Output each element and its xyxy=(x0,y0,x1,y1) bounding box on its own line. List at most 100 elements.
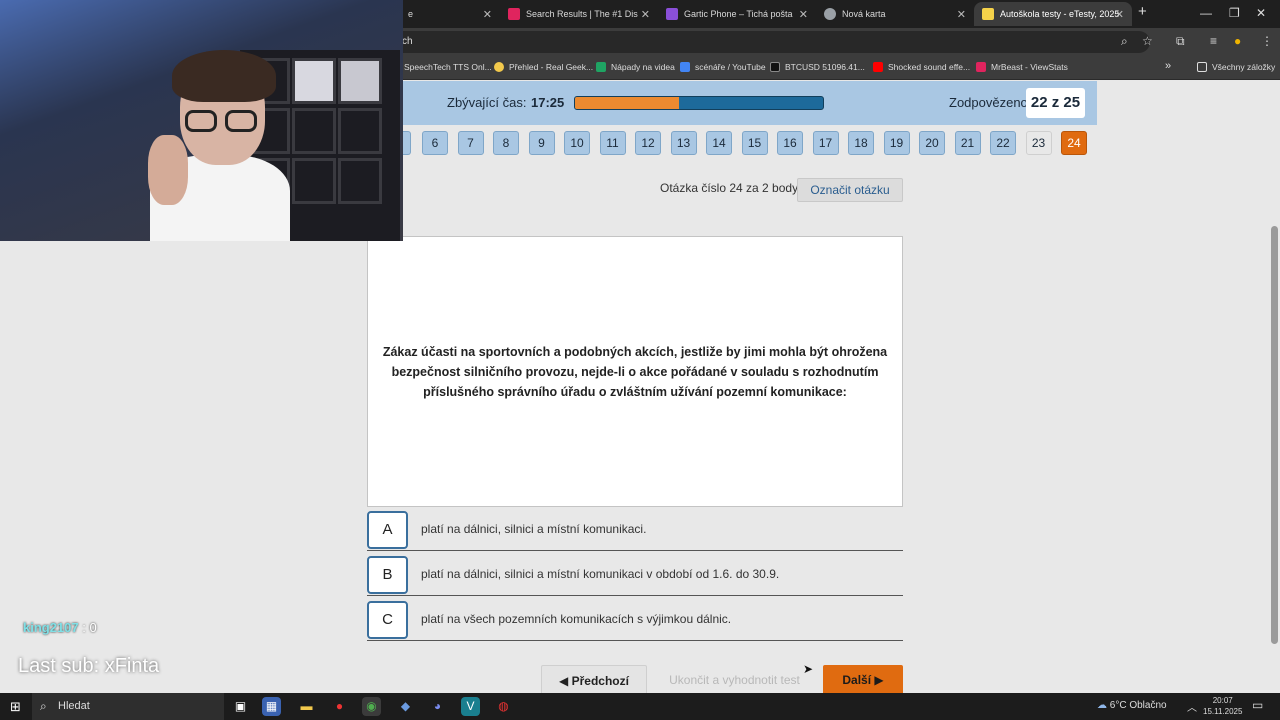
taskbar-search[interactable]: Hledat xyxy=(32,693,224,720)
tab-discord-search[interactable]: Search Results | The #1 Discord ✕ xyxy=(500,2,658,26)
bookmark-prehled[interactable]: Přehled - Real Geek... xyxy=(494,62,593,72)
bookmark-label: Přehled - Real Geek... xyxy=(509,62,594,72)
menu-icon[interactable]: ⋮ xyxy=(1261,34,1273,48)
answer-option-b[interactable]: B platí na dálnici, silnici a místní kom… xyxy=(367,554,903,596)
test-status-bar: Zbývající čas: 17:25 Zodpovězeno: 22 z 2… xyxy=(368,81,1097,125)
tab-partial[interactable]: e ✕ xyxy=(400,2,500,26)
chrome-taskbar-icon[interactable]: ◉ xyxy=(362,697,381,716)
close-icon[interactable]: ✕ xyxy=(799,8,808,21)
windows-start-icon[interactable]: ⊞ xyxy=(10,699,21,715)
question-number-7[interactable]: 7 xyxy=(457,131,484,155)
new-tab-icon[interactable]: + xyxy=(1138,3,1147,20)
question-number-12[interactable]: 12 xyxy=(635,131,661,155)
answer-text: platí na dálnici, silnici a místní komun… xyxy=(421,522,647,536)
tab-gartic-phone[interactable]: Gartic Phone – Tichá pošta ✕ xyxy=(658,2,816,26)
minimize-icon[interactable]: — xyxy=(1200,6,1212,20)
next-button[interactable]: Další ▶ xyxy=(823,665,903,693)
app-blue-icon[interactable]: ◆ xyxy=(396,697,415,716)
answer-text: platí na dálnici, silnici a místní komun… xyxy=(421,567,780,581)
obs-icon[interactable]: ◍ xyxy=(494,697,513,716)
answer-letter[interactable]: C xyxy=(367,601,408,639)
tab-title: Search Results | The #1 Discord xyxy=(526,9,638,19)
close-window-icon[interactable]: ✕ xyxy=(1256,6,1266,20)
bookmark-label: BTCUSD 51096.41... xyxy=(785,62,865,72)
answer-option-a[interactable]: A platí na dálnici, silnici a místní kom… xyxy=(367,509,903,551)
bookmark-speechtech[interactable]: SpeechTech TTS Onl... xyxy=(404,62,492,72)
bookmark-btcusd[interactable]: BTCUSD 51096.41... xyxy=(770,62,865,72)
bookmark-label: SpeechTech TTS Onl... xyxy=(404,62,492,72)
time-progress-fill xyxy=(575,97,680,109)
gartic-phone-icon xyxy=(666,8,678,20)
bookmark-napady[interactable]: Nápady na videa xyxy=(596,62,675,72)
time-label: Zbývající čas: xyxy=(447,95,527,110)
question-text: Zákaz účasti na sportovních a podobných … xyxy=(382,344,888,399)
discord-icon[interactable]: ◕ xyxy=(428,697,447,716)
mark-question-button[interactable]: Označit otázku xyxy=(797,178,903,202)
question-number-11[interactable]: 11 xyxy=(599,131,626,155)
question-number-23[interactable]: 23 xyxy=(1025,131,1052,155)
zoom-icon[interactable]: ⌕ xyxy=(1121,34,1128,49)
app-icon[interactable]: ▦ xyxy=(262,697,281,716)
question-box: Zákaz účasti na sportovních a podobných … xyxy=(367,236,903,507)
bookmark-mrbeast[interactable]: MrBeast - ViewStats xyxy=(976,62,1068,72)
bookmark-shocked[interactable]: Shocked sound effe... xyxy=(873,62,970,72)
restore-icon[interactable]: ❐ xyxy=(1229,6,1240,20)
page-scrollbar[interactable] xyxy=(1268,81,1280,693)
question-number-16[interactable]: 16 xyxy=(777,131,803,155)
task-view-icon[interactable]: ▣ xyxy=(231,697,250,716)
vegas-icon[interactable]: V xyxy=(461,697,480,716)
close-icon[interactable]: ✕ xyxy=(483,8,492,21)
close-icon[interactable]: ✕ xyxy=(1115,8,1124,21)
question-number-6[interactable]: 6 xyxy=(422,131,448,155)
all-bookmarks[interactable]: Všechny záložky xyxy=(1197,62,1275,72)
scrollbar-thumb[interactable] xyxy=(1271,226,1278,644)
notification-icon[interactable]: ▭ xyxy=(1252,698,1263,712)
profile-icon[interactable]: ● xyxy=(1234,34,1241,48)
question-number-14[interactable]: 14 xyxy=(706,131,732,155)
app-red-icon[interactable]: ● xyxy=(330,697,349,716)
more-bookmarks-icon[interactable]: » xyxy=(1165,60,1171,72)
question-number-10[interactable]: 10 xyxy=(564,131,590,155)
tab-new-tab[interactable]: Nová karta ✕ xyxy=(816,2,974,26)
chrome-icon xyxy=(824,8,836,20)
answer-option-c[interactable]: C platí na všech pozemních komunikacích … xyxy=(367,599,903,641)
tray-chevron-icon[interactable]: ︿ xyxy=(1187,699,1197,714)
discord-search-icon xyxy=(508,8,520,20)
chat-alert: king2107 : 0 xyxy=(23,620,97,635)
clock[interactable]: 20:07 15.11.2025 xyxy=(1203,695,1242,717)
weather-widget[interactable]: ☁ 6°C Oblačno xyxy=(1097,700,1167,711)
address-input[interactable]: ch xyxy=(390,31,1150,53)
clock-date: 15.11.2025 xyxy=(1203,707,1243,716)
extensions-icon[interactable]: ⧉ xyxy=(1176,34,1185,49)
answer-letter[interactable]: B xyxy=(367,556,408,594)
address-text: ch xyxy=(402,36,413,47)
question-number-21[interactable]: 21 xyxy=(954,131,981,155)
question-number-8[interactable]: 8 xyxy=(493,131,519,155)
question-info: Otázka číslo 24 za 2 body xyxy=(660,181,799,195)
question-number-18[interactable]: 18 xyxy=(848,131,874,155)
question-number-19[interactable]: 19 xyxy=(883,131,910,155)
finish-test-button[interactable]: Ukončit a vyhodnotit test xyxy=(656,665,813,693)
question-number-20[interactable]: 20 xyxy=(919,131,945,155)
bookmark-scenare[interactable]: scénáře / YouTube xyxy=(680,62,766,72)
tradingview-icon xyxy=(770,62,780,72)
close-icon[interactable]: ✕ xyxy=(957,8,966,21)
docs-icon xyxy=(680,62,690,72)
tab-etesty[interactable]: Autoškola testy - eTesty, 2025 ✕ xyxy=(974,2,1132,26)
media-icon[interactable]: ≡ xyxy=(1210,34,1217,48)
file-explorer-icon[interactable]: ▬ xyxy=(297,697,316,716)
question-number-15[interactable]: 15 xyxy=(741,131,768,155)
folder-icon xyxy=(1197,62,1207,72)
bulb-icon xyxy=(494,62,504,72)
answer-letter[interactable]: A xyxy=(367,511,408,549)
cloud-icon: ☁ xyxy=(1097,700,1107,711)
star-icon[interactable]: ☆ xyxy=(1142,34,1153,48)
close-icon[interactable]: ✕ xyxy=(641,8,650,21)
previous-button[interactable]: ◀ Předchozí xyxy=(541,665,647,693)
youtube-icon xyxy=(873,62,883,72)
question-number-9[interactable]: 9 xyxy=(528,131,555,155)
question-number-22[interactable]: 22 xyxy=(990,131,1016,155)
question-number-17[interactable]: 17 xyxy=(812,131,839,155)
question-number-13[interactable]: 13 xyxy=(670,131,697,155)
question-number-24[interactable]: 24 xyxy=(1061,131,1087,155)
